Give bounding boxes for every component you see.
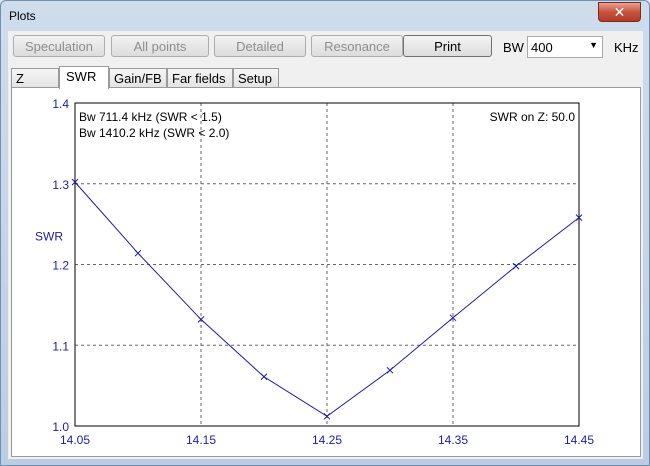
y-tick-labels: 1.0 1.1 1.2 1.3 1.4 xyxy=(52,97,69,434)
x-tick-label: 14.45 xyxy=(564,433,594,447)
x-tick-label: 14.25 xyxy=(312,433,342,447)
swr-series xyxy=(71,178,583,420)
y-tick-label: 1.4 xyxy=(52,97,69,111)
close-button[interactable]: ✕ xyxy=(598,2,641,22)
data-point xyxy=(323,412,331,420)
client-area: Speculation All points Detailed Resonanc… xyxy=(8,31,643,459)
chart-grid xyxy=(75,103,579,426)
tab-far-fields[interactable]: Far fields xyxy=(167,68,233,88)
bandwidth-1-5-label: Bw 711.4 kHz (SWR < 1.5) xyxy=(79,110,222,124)
y-tick-label: 1.2 xyxy=(52,259,69,273)
x-tick-labels: 14.05 14.15 14.25 14.35 14.45 xyxy=(60,433,594,447)
y-axis-label: SWR xyxy=(35,229,63,243)
x-tick-label: 14.05 xyxy=(60,433,90,447)
all-points-button[interactable]: All points xyxy=(111,35,209,57)
bw-value: 400 xyxy=(531,40,553,55)
data-point xyxy=(386,366,394,374)
print-button[interactable]: Print xyxy=(403,35,492,57)
x-tick-label: 14.35 xyxy=(438,433,468,447)
bandwidth-2-0-label: Bw 1410.2 kHz (SWR < 2.0) xyxy=(79,126,229,140)
y-tick-label: 1.0 xyxy=(52,420,69,434)
tab-swr[interactable]: SWR xyxy=(59,66,109,89)
bw-dropdown[interactable]: 400 ▼ xyxy=(527,36,603,58)
speculation-button[interactable]: Speculation xyxy=(13,35,105,57)
tab-setup[interactable]: Setup xyxy=(233,68,279,88)
detailed-button[interactable]: Detailed xyxy=(214,35,306,57)
data-point xyxy=(134,249,142,257)
title-bar[interactable]: Plots ✕ xyxy=(1,1,649,31)
x-tick-label: 14.15 xyxy=(186,433,216,447)
bw-label: BW xyxy=(503,40,524,55)
tab-z[interactable]: Z xyxy=(11,68,59,88)
y-tick-label: 1.1 xyxy=(52,339,69,353)
y-tick-label: 1.3 xyxy=(52,178,69,192)
swr-chart: 1.0 1.1 1.2 1.3 1.4 14.05 14.15 14.25 14.35 14.4… xyxy=(35,97,594,447)
resonance-button[interactable]: Resonance xyxy=(311,35,403,57)
data-point xyxy=(260,373,268,381)
tab-strip: Z SWR Gain/FB Far fields Setup xyxy=(11,66,641,89)
tab-gain-fb[interactable]: Gain/FB xyxy=(109,68,167,88)
swr-plot-panel: 1.0 1.1 1.2 1.3 1.4 14.05 14.15 14.25 14.35 14.4… xyxy=(11,87,641,457)
plots-window: Plots ✕ Speculation All points Detailed … xyxy=(0,0,650,466)
bw-unit-label: KHz xyxy=(614,40,639,55)
close-icon: ✕ xyxy=(613,3,626,20)
window-title: Plots xyxy=(9,9,36,23)
swr-on-z-label: SWR on Z: 50.0 xyxy=(490,110,576,124)
chevron-down-icon: ▼ xyxy=(589,40,598,50)
